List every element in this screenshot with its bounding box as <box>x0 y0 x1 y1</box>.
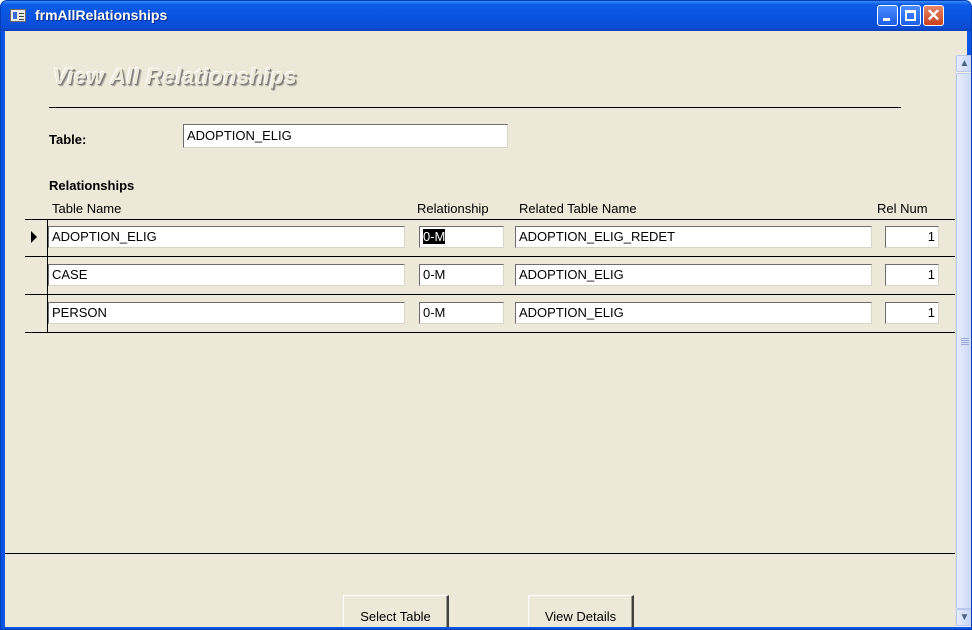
related-table-field[interactable]: ADOPTION_ELIG_REDET <box>515 226 872 248</box>
row-divider <box>25 294 967 295</box>
form-icon[interactable] <box>10 9 26 22</box>
column-header-relationship: Relationship <box>417 201 489 216</box>
table-name-field[interactable]: CASE <box>48 264 405 286</box>
relationship-field[interactable]: 0-M <box>419 226 504 248</box>
column-header-related-table: Related Table Name <box>519 201 637 216</box>
minimize-button[interactable] <box>877 5 898 26</box>
rel-num-field[interactable]: 1 <box>885 302 939 324</box>
relationship-field[interactable]: 0-M <box>419 302 504 324</box>
form-window: frmAllRelationships ✕ View All Relations… <box>0 0 972 630</box>
scrollbar-grip <box>961 338 969 339</box>
column-header-table-name: Table Name <box>52 201 122 216</box>
window-title: frmAllRelationships <box>35 7 168 23</box>
select-table-button[interactable]: Select Table <box>343 595 449 627</box>
related-table-field[interactable]: ADOPTION_ELIG <box>515 302 872 324</box>
maximize-button[interactable] <box>900 5 921 26</box>
title-bar[interactable]: frmAllRelationships ✕ <box>1 1 971 31</box>
close-button[interactable]: ✕ <box>923 5 944 26</box>
minimize-icon <box>883 18 890 21</box>
relationships-label: Relationships <box>49 178 135 193</box>
grid-bottom-border <box>25 332 967 333</box>
record-selector[interactable] <box>25 257 47 293</box>
selected-text: 0-M <box>423 229 446 244</box>
scroll-down-arrow-icon: ▼ <box>959 612 970 623</box>
table-name-field[interactable]: PERSON <box>48 302 405 324</box>
current-record-arrow-icon <box>31 231 37 243</box>
form-body: View All Relationships Table: ADOPTION_E… <box>5 31 967 627</box>
close-icon: ✕ <box>926 6 941 25</box>
table-label: Table: <box>49 132 87 147</box>
scroll-up-arrow-icon: ▲ <box>959 58 970 69</box>
rel-num-field[interactable]: 1 <box>885 264 939 286</box>
column-header-rel-num: Rel Num <box>877 201 928 216</box>
relationship-field[interactable]: 0-M <box>419 264 504 286</box>
table-field[interactable]: ADOPTION_ELIG <box>183 124 508 148</box>
table-name-field[interactable]: ADOPTION_ELIG <box>48 226 405 248</box>
grid-top-border <box>25 219 967 220</box>
scrollbar-thumb[interactable] <box>956 73 971 609</box>
maximize-icon <box>905 10 916 21</box>
scroll-down-button[interactable]: ▼ <box>956 609 971 626</box>
vertical-scrollbar[interactable]: ▲ ▼ <box>955 55 971 627</box>
rel-num-field[interactable]: 1 <box>885 226 939 248</box>
form-title: View All Relationships <box>53 64 298 89</box>
view-details-button[interactable]: View Details <box>528 595 634 627</box>
scroll-up-button[interactable]: ▲ <box>956 55 971 72</box>
row-divider <box>25 256 967 257</box>
record-selector[interactable] <box>25 295 47 331</box>
related-table-field[interactable]: ADOPTION_ELIG <box>515 264 872 286</box>
title-divider <box>49 107 901 108</box>
record-selector[interactable] <box>25 220 47 255</box>
footer-divider <box>5 553 967 554</box>
